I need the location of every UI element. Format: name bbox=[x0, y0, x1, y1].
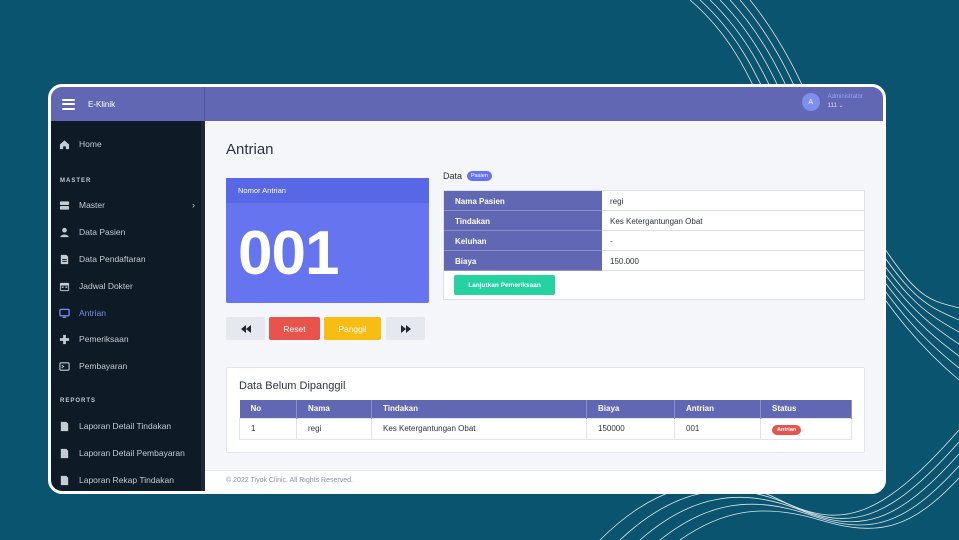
column-header: Tindakan bbox=[371, 400, 587, 418]
file-icon bbox=[60, 421, 69, 431]
column-header: No bbox=[239, 400, 297, 418]
user-role: Administrator bbox=[827, 94, 863, 100]
pending-queue-table: No Nama Tindakan Biaya Antrian Status 1 … bbox=[239, 400, 852, 440]
sidebar-item-laporan-rekap-tindakan[interactable]: Laporan Rekap Tindakan bbox=[59, 472, 199, 488]
terminal-icon bbox=[59, 361, 70, 371]
sidebar-item-pembayaran[interactable]: Pembayaran bbox=[59, 358, 199, 374]
detail-row: Biaya 150.000 bbox=[444, 251, 864, 271]
column-header: Status bbox=[760, 400, 852, 418]
table-row: 1 regi Kes Ketergantungan Obat 150000 00… bbox=[239, 417, 852, 440]
status-badge: Antrian bbox=[772, 425, 802, 435]
continue-examination-button[interactable]: Lanjutkan Pemeriksaan bbox=[454, 275, 555, 295]
sidebar-item-data-pendaftaran[interactable]: Data Pendaftaran bbox=[59, 251, 199, 267]
call-button[interactable]: Panggil bbox=[324, 317, 381, 340]
pasien-badge: Pasien bbox=[467, 171, 492, 181]
detail-row: Nama Pasien regi bbox=[444, 191, 864, 211]
avatar[interactable]: A bbox=[801, 93, 820, 111]
brand: E-Klinik bbox=[51, 87, 205, 121]
pending-queue-card: Data Belum Dipanggil No Nama Tindakan Bi… bbox=[226, 367, 865, 453]
detail-row: Keluhan - bbox=[444, 231, 864, 251]
main-content: Antrian Nomor Antrian 001 Reset Panggil … bbox=[205, 121, 883, 491]
sidebar: Home MASTER Master › Data Pasien Data Pe… bbox=[51, 121, 205, 491]
column-header: Biaya bbox=[586, 400, 675, 418]
queue-card-header: Nomor Antrian bbox=[226, 178, 429, 203]
file-icon bbox=[60, 475, 69, 485]
sidebar-item-data-pasien[interactable]: Data Pasien bbox=[59, 224, 199, 240]
column-header: Antrian bbox=[674, 400, 761, 418]
sidebar-item-jadwal-dokter[interactable]: Jadwal Dokter bbox=[59, 278, 199, 294]
user-icon bbox=[60, 227, 69, 237]
file-icon bbox=[60, 448, 69, 458]
sidebar-heading-master: MASTER bbox=[60, 178, 92, 184]
home-icon bbox=[59, 139, 70, 149]
calendar-icon bbox=[59, 282, 70, 291]
plus-icon bbox=[59, 334, 70, 344]
reset-button[interactable]: Reset bbox=[269, 317, 320, 340]
top-navbar: E-Klinik A Administrator 111 ⌄ bbox=[51, 87, 883, 121]
footer-text: © 2022 Tiyok Clinic. All Rights Reserved… bbox=[226, 477, 353, 484]
footer: © 2022 Tiyok Clinic. All Rights Reserved… bbox=[205, 470, 883, 491]
monitor-icon bbox=[59, 308, 70, 318]
sidebar-item-laporan-detail-pembayaran[interactable]: Laporan Detail Pembayaran bbox=[59, 445, 199, 461]
patient-detail-table: Nama Pasien regi Tindakan Kes Ketergantu… bbox=[443, 190, 865, 300]
sidebar-item-master[interactable]: Master › bbox=[59, 197, 199, 213]
file-icon bbox=[60, 254, 69, 264]
patient-data-heading: Data Pasien bbox=[443, 171, 492, 181]
detail-row: Tindakan Kes Ketergantungan Obat bbox=[444, 211, 864, 231]
app-window: E-Klinik A Administrator 111 ⌄ Home MAST… bbox=[48, 84, 886, 494]
sidebar-item-antrian[interactable]: Antrian bbox=[59, 305, 199, 321]
column-header: Nama bbox=[296, 400, 372, 418]
page-title: Antrian bbox=[226, 141, 274, 158]
app: E-Klinik A Administrator 111 ⌄ Home MAST… bbox=[51, 87, 883, 491]
brand-name: E-Klinik bbox=[88, 99, 116, 109]
queue-number-card: Nomor Antrian 001 bbox=[226, 178, 429, 303]
sidebar-item-home[interactable]: Home bbox=[59, 136, 199, 152]
queue-number: 001 bbox=[238, 219, 339, 288]
menu-toggle-icon[interactable] bbox=[62, 98, 75, 110]
sidebar-heading-reports: REPORTS bbox=[60, 398, 97, 404]
chevron-right-icon: › bbox=[192, 200, 195, 210]
user-id[interactable]: 111 ⌄ bbox=[828, 102, 863, 111]
sidebar-item-pemeriksaan[interactable]: Pemeriksaan bbox=[59, 331, 199, 347]
server-icon bbox=[59, 200, 70, 210]
pending-queue-title: Data Belum Dipanggil bbox=[239, 380, 346, 392]
rewind-icon bbox=[240, 324, 251, 333]
fast-forward-icon bbox=[400, 324, 411, 333]
next-button[interactable] bbox=[386, 317, 425, 340]
previous-button[interactable] bbox=[226, 317, 265, 340]
user-menu[interactable]: A Administrator 111 ⌄ bbox=[801, 93, 863, 111]
sidebar-item-laporan-detail-tindakan[interactable]: Laporan Detail Tindakan bbox=[59, 418, 199, 434]
